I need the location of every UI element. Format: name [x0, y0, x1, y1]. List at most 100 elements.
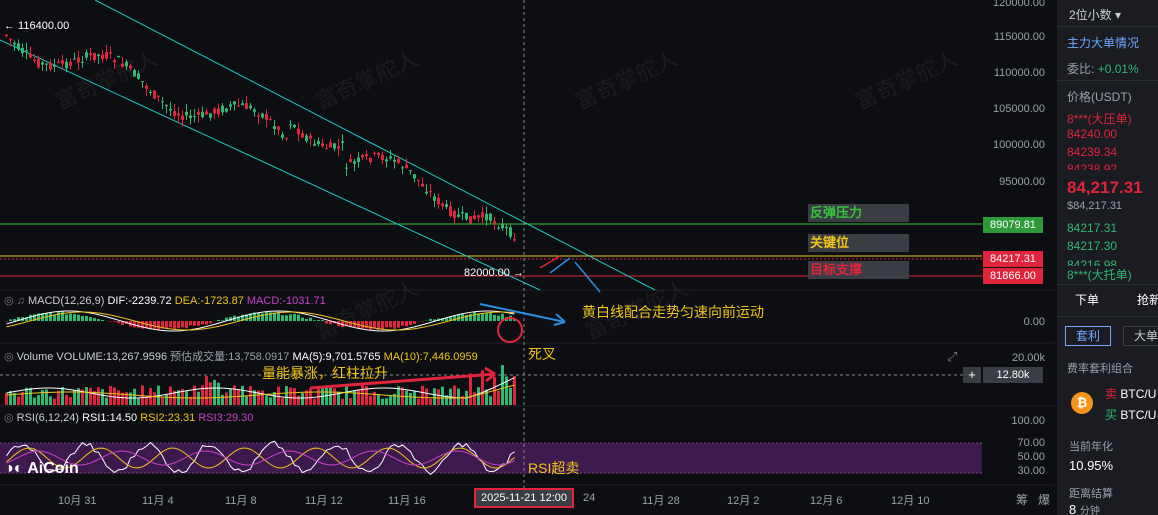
bid-big-order[interactable]: 8***(大托单) [1067, 266, 1132, 283]
expand-icon[interactable]: ⤢ [947, 349, 957, 365]
macd-bar [421, 321, 424, 322]
candle-body [509, 227, 512, 237]
macd-bar [301, 317, 304, 321]
volume-bar [409, 393, 412, 405]
candle-body [297, 128, 300, 135]
volume-bar [381, 398, 384, 405]
macd-bar [265, 311, 268, 321]
macd-bar [281, 315, 284, 321]
macd-bar [189, 321, 192, 326]
candle-body [257, 115, 260, 117]
volume-bar [269, 397, 272, 405]
trend-pointer [574, 261, 601, 293]
candle-body [309, 135, 312, 139]
macd-title: MACD(12,26,9) [27, 295, 105, 307]
ask-row[interactable]: 84238.92 [1067, 162, 1117, 170]
candle-body [289, 124, 292, 126]
candle-body [361, 154, 364, 158]
snipe-button[interactable]: 抢新 [1137, 291, 1158, 308]
price-axis-label: 95000.00 [999, 176, 1045, 188]
volume-bar [433, 388, 436, 405]
visibility-icon[interactable]: ◎ [4, 351, 17, 363]
watermark-text: 富奇掌舵人 [312, 46, 422, 115]
volume-bar [293, 387, 296, 405]
candle-body [377, 152, 380, 156]
candle-body [437, 197, 440, 205]
macd-bar [205, 321, 208, 325]
macd-bar [177, 321, 180, 329]
date-label: 11月 12 [305, 495, 343, 507]
volume-bar [281, 398, 284, 405]
macd-bar [153, 321, 156, 329]
volume-bar [137, 398, 140, 405]
chips-button[interactable]: 筹 [1016, 491, 1028, 508]
trend-arrow [479, 303, 566, 323]
add-indicator-button[interactable]: + [963, 367, 981, 383]
volume-bar [413, 390, 416, 405]
macd-bar [473, 311, 476, 321]
chart-area[interactable]: 富奇掌舵人 富奇掌舵人 富奇掌舵人 富奇掌舵人 富奇掌舵人 富奇掌舵人 120000.00… [0, 0, 1055, 515]
bid-row[interactable]: 84217.31 [1067, 221, 1117, 235]
liquidation-button[interactable]: 爆 [1038, 491, 1050, 508]
candle-body [101, 54, 104, 59]
candle-body [225, 108, 228, 112]
candle-body [29, 54, 32, 58]
decimals-select[interactable]: 2位小数 ▾ [1069, 6, 1121, 23]
rsi-oversold-annotation: RSI超卖 [528, 460, 580, 476]
macd-bar [193, 321, 196, 326]
ask-row[interactable]: 84240.00 [1067, 127, 1117, 141]
candle-body [357, 157, 360, 163]
visibility-icon[interactable]: ◎ [4, 412, 17, 424]
main-order-title[interactable]: 主力大单情况 [1067, 34, 1139, 51]
volume-bar [313, 398, 316, 405]
date-label: 12月 10 [891, 495, 930, 507]
volume-bar [369, 395, 372, 405]
chart-canvas[interactable]: 富奇掌舵人 富奇掌舵人 富奇掌舵人 富奇掌舵人富奇掌舵人 富奇掌舵人 [0, 0, 1055, 515]
settlement-countdown: 8 分钟 [1069, 502, 1100, 515]
candle-body [25, 50, 28, 52]
aicoin-logo-icon: ◑◐ [4, 460, 28, 477]
macd-bar [405, 321, 408, 327]
candle-body [337, 146, 340, 149]
bid-row[interactable]: 84216.98 [1067, 258, 1117, 266]
volume-bar [29, 387, 32, 405]
volume-bar [377, 394, 380, 405]
volume-bar [345, 386, 348, 405]
macd-bar [389, 321, 392, 328]
candle-body [9, 38, 12, 40]
place-order-button[interactable]: 下单 [1075, 291, 1099, 308]
candle-body [477, 215, 480, 218]
candle-body [341, 141, 344, 143]
volume-bar [53, 398, 56, 405]
macd-bar [73, 314, 76, 321]
price-axis-label: 100000.00 [993, 139, 1045, 151]
volume-bar [225, 392, 228, 405]
candle-body [93, 53, 96, 60]
tab-big-orders[interactable]: 大单 [1123, 326, 1158, 346]
candle-body [49, 63, 52, 70]
ask-row[interactable]: 84239.34 [1067, 145, 1117, 159]
candle-body [153, 90, 156, 99]
volume-bar [477, 387, 480, 405]
visibility-icon[interactable]: ◎ ♫ [4, 295, 28, 307]
volume-bar [289, 387, 292, 405]
volume-bar [97, 387, 100, 405]
arb-buy-row[interactable]: 买 BTC/U [1105, 406, 1156, 423]
candle-body [261, 113, 264, 118]
candle-body [13, 42, 16, 45]
tab-arbitrage[interactable]: 套利 [1065, 326, 1111, 346]
arb-sell-row[interactable]: 卖 BTC/U [1105, 385, 1156, 402]
candle-body [189, 115, 192, 119]
volume-bar [17, 396, 20, 405]
candle-body [321, 143, 324, 147]
ask-big-order[interactable]: 8***(大压单) [1067, 110, 1132, 127]
volume-bar [169, 386, 172, 405]
bid-row[interactable]: 84217.30 [1067, 239, 1117, 253]
watermark-text: 富奇掌舵人 [852, 46, 962, 115]
volume-bar [161, 397, 164, 405]
volume-bar [309, 388, 312, 405]
current-price-tag: 84217.31 [983, 251, 1043, 267]
rsi3-value: RSI3:29.30 [198, 412, 254, 424]
volume-bar [385, 398, 388, 405]
macd-bar [69, 313, 72, 321]
